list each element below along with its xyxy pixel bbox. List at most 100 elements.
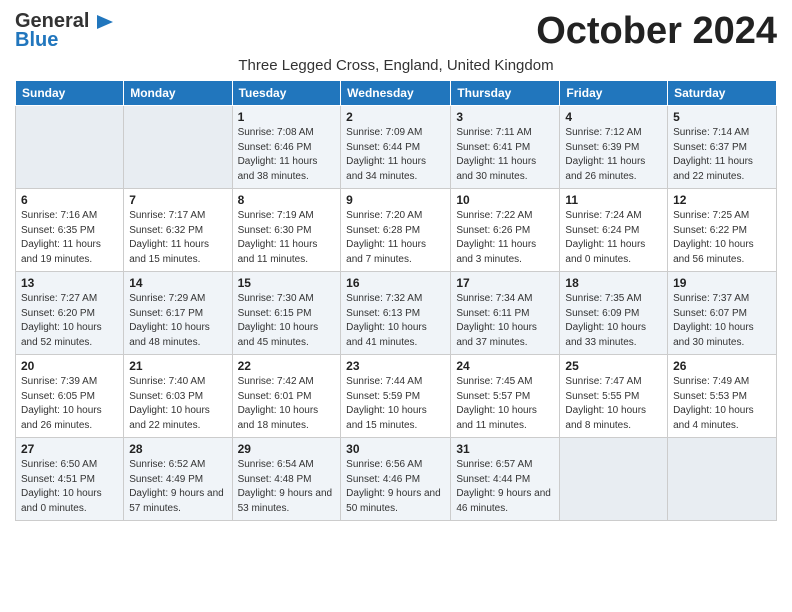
calendar-cell: 30 Sunrise: 6:56 AM Sunset: 4:46 PM Dayli… bbox=[341, 438, 451, 521]
day-info: Sunrise: 7:19 AM Sunset: 6:30 PM Dayligh… bbox=[238, 209, 336, 267]
day-info: Sunrise: 7:22 AM Sunset: 6:26 PM Dayligh… bbox=[456, 209, 554, 267]
calendar-cell: 10 Sunrise: 7:22 AM Sunset: 6:26 PM Dayli… bbox=[451, 189, 560, 272]
calendar-cell: 20 Sunrise: 7:39 AM Sunset: 6:05 PM Dayli… bbox=[16, 355, 124, 438]
day-number: 1 bbox=[238, 110, 336, 124]
day-number: 29 bbox=[238, 442, 336, 456]
day-info: Sunrise: 7:45 AM Sunset: 5:57 PM Dayligh… bbox=[456, 375, 554, 433]
calendar-week-row: 13 Sunrise: 7:27 AM Sunset: 6:20 PM Dayli… bbox=[16, 272, 777, 355]
day-number: 7 bbox=[129, 193, 226, 207]
header: General Blue October 2024 bbox=[15, 10, 777, 53]
calendar-cell: 4Sunrise: 7:12 AM Sunset: 6:39 PM Daylig… bbox=[560, 106, 668, 189]
calendar-header-thursday: Thursday bbox=[451, 81, 560, 106]
day-info: Sunrise: 7:47 AM Sunset: 5:55 PM Dayligh… bbox=[565, 375, 662, 433]
logo-blue: Blue bbox=[15, 29, 58, 52]
day-info: Sunrise: 7:42 AM Sunset: 6:01 PM Dayligh… bbox=[238, 375, 336, 433]
calendar-cell: 15 Sunrise: 7:30 AM Sunset: 6:15 PM Dayli… bbox=[232, 272, 341, 355]
day-number: 20 bbox=[21, 359, 118, 373]
day-number: 9 bbox=[346, 193, 445, 207]
calendar-cell: 8 Sunrise: 7:19 AM Sunset: 6:30 PM Daylig… bbox=[232, 189, 341, 272]
calendar-cell: 6Sunrise: 7:16 AM Sunset: 6:35 PM Daylig… bbox=[16, 189, 124, 272]
day-info: Sunrise: 7:40 AM Sunset: 6:03 PM Dayligh… bbox=[129, 375, 226, 433]
day-number: 28 bbox=[129, 442, 226, 456]
calendar-cell: 11 Sunrise: 7:24 AM Sunset: 6:24 PM Dayli… bbox=[560, 189, 668, 272]
calendar-cell: 12 Sunrise: 7:25 AM Sunset: 6:22 PM Dayli… bbox=[668, 189, 777, 272]
day-number: 8 bbox=[238, 193, 336, 207]
page: General Blue October 2024 Three Legged C… bbox=[0, 0, 792, 531]
calendar-cell: 25 Sunrise: 7:47 AM Sunset: 5:55 PM Dayli… bbox=[560, 355, 668, 438]
day-info: Sunrise: 7:25 AM Sunset: 6:22 PM Dayligh… bbox=[673, 209, 771, 267]
calendar-cell: 28 Sunrise: 6:52 AM Sunset: 4:49 PM Dayli… bbox=[124, 438, 232, 521]
day-info: Sunrise: 7:30 AM Sunset: 6:15 PM Dayligh… bbox=[238, 292, 336, 350]
day-number: 25 bbox=[565, 359, 662, 373]
day-info: Sunrise: 6:54 AM Sunset: 4:48 PM Dayligh… bbox=[238, 458, 336, 516]
calendar-cell: 26 Sunrise: 7:49 AM Sunset: 5:53 PM Dayli… bbox=[668, 355, 777, 438]
calendar-cell: 13 Sunrise: 7:27 AM Sunset: 6:20 PM Dayli… bbox=[16, 272, 124, 355]
day-number: 18 bbox=[565, 276, 662, 290]
day-info: Sunrise: 6:56 AM Sunset: 4:46 PM Dayligh… bbox=[346, 458, 445, 516]
calendar-cell: 21 Sunrise: 7:40 AM Sunset: 6:03 PM Dayli… bbox=[124, 355, 232, 438]
day-number: 15 bbox=[238, 276, 336, 290]
calendar-table: SundayMondayTuesdayWednesdayThursdayFrid… bbox=[15, 80, 777, 521]
day-number: 19 bbox=[673, 276, 771, 290]
calendar-cell: 17Sunrise: 7:34 AM Sunset: 6:11 PM Dayli… bbox=[451, 272, 560, 355]
day-number: 5 bbox=[673, 110, 771, 124]
calendar-cell: 7 Sunrise: 7:17 AM Sunset: 6:32 PM Daylig… bbox=[124, 189, 232, 272]
calendar-week-row: 1Sunrise: 7:08 AM Sunset: 6:46 PM Daylig… bbox=[16, 106, 777, 189]
calendar-header-monday: Monday bbox=[124, 81, 232, 106]
day-info: Sunrise: 7:35 AM Sunset: 6:09 PM Dayligh… bbox=[565, 292, 662, 350]
day-number: 2 bbox=[346, 110, 445, 124]
day-number: 13 bbox=[21, 276, 118, 290]
day-number: 30 bbox=[346, 442, 445, 456]
day-info: Sunrise: 7:34 AM Sunset: 6:11 PM Dayligh… bbox=[456, 292, 554, 350]
calendar-week-row: 6Sunrise: 7:16 AM Sunset: 6:35 PM Daylig… bbox=[16, 189, 777, 272]
calendar-cell: 22 Sunrise: 7:42 AM Sunset: 6:01 PM Dayli… bbox=[232, 355, 341, 438]
calendar-cell bbox=[560, 438, 668, 521]
day-number: 10 bbox=[456, 193, 554, 207]
day-info: Sunrise: 7:11 AM Sunset: 6:41 PM Dayligh… bbox=[456, 126, 554, 184]
day-number: 26 bbox=[673, 359, 771, 373]
calendar-cell: 1Sunrise: 7:08 AM Sunset: 6:46 PM Daylig… bbox=[232, 106, 341, 189]
day-number: 21 bbox=[129, 359, 226, 373]
calendar-cell: 14Sunrise: 7:29 AM Sunset: 6:17 PM Dayli… bbox=[124, 272, 232, 355]
day-number: 12 bbox=[673, 193, 771, 207]
day-info: Sunrise: 6:52 AM Sunset: 4:49 PM Dayligh… bbox=[129, 458, 226, 516]
day-number: 24 bbox=[456, 359, 554, 373]
calendar-cell: 23Sunrise: 7:44 AM Sunset: 5:59 PM Dayli… bbox=[341, 355, 451, 438]
day-info: Sunrise: 7:32 AM Sunset: 6:13 PM Dayligh… bbox=[346, 292, 445, 350]
day-number: 6 bbox=[21, 193, 118, 207]
calendar-cell bbox=[124, 106, 232, 189]
logo-icon bbox=[93, 11, 115, 33]
day-info: Sunrise: 7:17 AM Sunset: 6:32 PM Dayligh… bbox=[129, 209, 226, 267]
calendar-header-tuesday: Tuesday bbox=[232, 81, 341, 106]
calendar-cell: 27 Sunrise: 6:50 AM Sunset: 4:51 PM Dayli… bbox=[16, 438, 124, 521]
day-number: 11 bbox=[565, 193, 662, 207]
day-number: 22 bbox=[238, 359, 336, 373]
calendar-cell: 18 Sunrise: 7:35 AM Sunset: 6:09 PM Dayli… bbox=[560, 272, 668, 355]
calendar-week-row: 20 Sunrise: 7:39 AM Sunset: 6:05 PM Dayli… bbox=[16, 355, 777, 438]
day-info: Sunrise: 7:20 AM Sunset: 6:28 PM Dayligh… bbox=[346, 209, 445, 267]
day-info: Sunrise: 7:29 AM Sunset: 6:17 PM Dayligh… bbox=[129, 292, 226, 350]
day-number: 27 bbox=[21, 442, 118, 456]
calendar-header-sunday: Sunday bbox=[16, 81, 124, 106]
day-info: Sunrise: 7:24 AM Sunset: 6:24 PM Dayligh… bbox=[565, 209, 662, 267]
calendar-header-saturday: Saturday bbox=[668, 81, 777, 106]
calendar-cell: 29 Sunrise: 6:54 AM Sunset: 4:48 PM Dayli… bbox=[232, 438, 341, 521]
calendar-cell: 2 Sunrise: 7:09 AM Sunset: 6:44 PM Daylig… bbox=[341, 106, 451, 189]
calendar-header-friday: Friday bbox=[560, 81, 668, 106]
day-info: Sunrise: 6:57 AM Sunset: 4:44 PM Dayligh… bbox=[456, 458, 554, 516]
day-number: 3 bbox=[456, 110, 554, 124]
calendar-header-wednesday: Wednesday bbox=[341, 81, 451, 106]
day-info: Sunrise: 7:49 AM Sunset: 5:53 PM Dayligh… bbox=[673, 375, 771, 433]
day-info: Sunrise: 7:27 AM Sunset: 6:20 PM Dayligh… bbox=[21, 292, 118, 350]
calendar-cell: 19 Sunrise: 7:37 AM Sunset: 6:07 PM Dayli… bbox=[668, 272, 777, 355]
calendar-cell: 24 Sunrise: 7:45 AM Sunset: 5:57 PM Dayli… bbox=[451, 355, 560, 438]
day-info: Sunrise: 7:37 AM Sunset: 6:07 PM Dayligh… bbox=[673, 292, 771, 350]
logo: General Blue bbox=[15, 10, 115, 52]
calendar-cell: 31 Sunrise: 6:57 AM Sunset: 4:44 PM Dayli… bbox=[451, 438, 560, 521]
calendar-week-row: 27 Sunrise: 6:50 AM Sunset: 4:51 PM Dayli… bbox=[16, 438, 777, 521]
day-info: Sunrise: 6:50 AM Sunset: 4:51 PM Dayligh… bbox=[21, 458, 118, 516]
day-info: Sunrise: 7:09 AM Sunset: 6:44 PM Dayligh… bbox=[346, 126, 445, 184]
day-number: 31 bbox=[456, 442, 554, 456]
day-info: Sunrise: 7:39 AM Sunset: 6:05 PM Dayligh… bbox=[21, 375, 118, 433]
day-number: 16 bbox=[346, 276, 445, 290]
